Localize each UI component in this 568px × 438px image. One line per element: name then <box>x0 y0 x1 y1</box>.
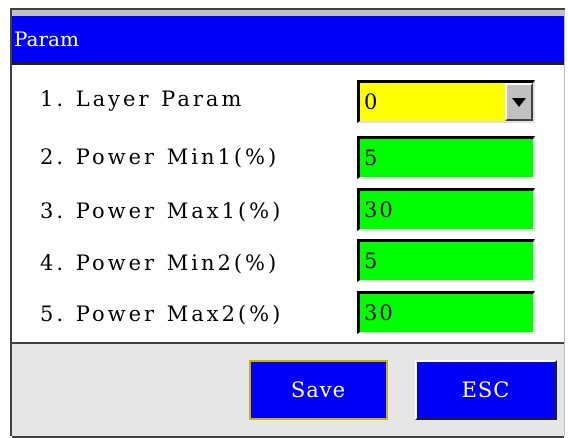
esc-button[interactable]: ESC <box>415 360 557 420</box>
param-label-layer-param: 1. Layer Param <box>40 87 245 111</box>
power-max2-input[interactable]: 30 <box>357 291 535 334</box>
button-bar: Save ESC <box>12 342 564 436</box>
chevron-down-icon[interactable] <box>505 83 533 121</box>
layer-param-select[interactable]: 0 <box>357 80 535 123</box>
param-label-power-max1: 3. Power Max1(%) <box>40 199 284 223</box>
param-panel: 1. Layer Param 0 2. Power Min1(%) 5 3. P… <box>12 62 564 342</box>
power-min2-input[interactable]: 5 <box>357 239 535 282</box>
param-dialog: Param 1. Layer Param 0 2. Power Min1(%) … <box>8 6 565 438</box>
param-label-power-min2: 4. Power Min2(%) <box>40 251 280 275</box>
param-label-power-max2: 5. Power Max2(%) <box>40 302 284 326</box>
power-max1-input[interactable]: 30 <box>357 188 535 231</box>
dialog-title: Param <box>14 27 79 51</box>
save-button[interactable]: Save <box>249 360 388 420</box>
layer-param-value: 0 <box>364 90 380 114</box>
power-min1-input[interactable]: 5 <box>357 136 535 179</box>
param-label-power-min1: 2. Power Min1(%) <box>40 145 280 169</box>
title-bar: Param <box>12 16 564 62</box>
